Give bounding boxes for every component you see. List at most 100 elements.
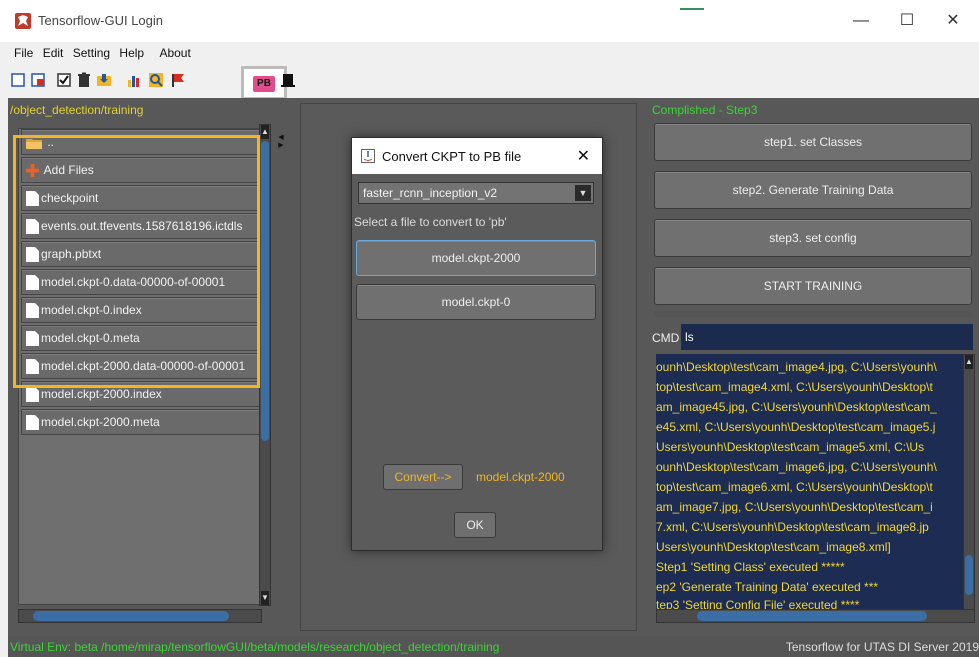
app-logo-icon [15, 13, 31, 29]
cmd-input[interactable]: ls [681, 324, 973, 350]
file-name: model.ckpt-2000.meta [41, 415, 160, 429]
scroll-up-arrow-icon[interactable]: ▲ [261, 125, 269, 139]
panel-splitter[interactable] [654, 311, 972, 317]
dialog-title: Convert CKPT to PB file [382, 149, 522, 164]
scroll-down-arrow-icon[interactable]: ▼ [261, 591, 269, 605]
window-title: Tensorflow-GUI Login [38, 13, 163, 28]
dialog-close-button[interactable]: ✕ [577, 146, 590, 166]
console-hscroll-thumb[interactable] [697, 611, 927, 621]
file-name: model.ckpt-2000.index [41, 387, 162, 401]
chevron-down-icon[interactable]: ▼ [575, 185, 591, 201]
file-item[interactable]: checkpoint [21, 185, 265, 211]
console-line: Step1 'Setting Class' executed ***** [656, 560, 845, 574]
file-list-hscrollbar[interactable] [18, 609, 262, 623]
console-line: ounh\Desktop\test\cam_image4.jpg, C:\Use… [656, 360, 937, 374]
red-file-icon[interactable] [30, 72, 46, 88]
add-files-label: Add Files [43, 163, 94, 177]
file-item[interactable]: model.ckpt-0.data-00000-of-00001 [21, 269, 265, 295]
status-bar: Virtual Env: beta /home/mirap/tensorflow… [8, 636, 979, 657]
file-name: model.ckpt-0.data-00000-of-00001 [41, 275, 226, 289]
pb-icon[interactable]: PB [253, 76, 275, 92]
file-icon [26, 387, 39, 403]
convert-button[interactable]: Convert--> [383, 464, 463, 490]
menu-help[interactable]: Help [119, 42, 144, 64]
hscroll-thumb[interactable] [33, 611, 229, 621]
chart-icon[interactable] [126, 72, 142, 88]
server-label: Tensorflow for UTAS DI Server 2019 [785, 640, 979, 654]
parent-folder-label: .. [47, 135, 55, 149]
file-list-vscrollbar[interactable]: ▲ ▼ [259, 124, 271, 606]
step2-generate-data-button[interactable]: step2. Generate Training Data [654, 171, 972, 209]
close-button[interactable]: ✕ [930, 4, 976, 38]
console-hscrollbar[interactable] [656, 609, 975, 623]
step1-set-classes-button[interactable]: step1. set Classes [654, 123, 972, 161]
file-item[interactable]: events.out.tfevents.1587618196.ictdls [21, 213, 265, 239]
file-item[interactable]: model.ckpt-2000.data-00000-of-00001 [21, 353, 265, 379]
file-name: graph.pbtxt [41, 247, 102, 261]
file-icon [26, 219, 39, 235]
file-icon [26, 359, 39, 375]
console-line: e45.xml, C:\Users\younh\Desktop\test\cam… [656, 420, 936, 434]
file-icon [26, 415, 39, 431]
folder-up-icon [26, 138, 42, 149]
virtual-env-label: Virtual Env: beta /home/mirap/tensorflow… [10, 640, 500, 654]
console-vscrollbar[interactable]: ▲ [963, 354, 975, 610]
file-item[interactable]: model.ckpt-2000.meta [21, 409, 265, 435]
training-panel: Complished - Step3 step1. set Classes st… [650, 98, 979, 636]
checkbox-icon[interactable] [56, 72, 72, 88]
trash-icon[interactable] [76, 72, 92, 88]
menu-about[interactable]: About [159, 42, 190, 64]
console-line: top\test\cam_image4.xml, C:\Users\younh\… [656, 380, 933, 394]
file-name: model.ckpt-2000.data-00000-of-00001 [41, 359, 246, 373]
file-icon [26, 275, 39, 291]
title-accent-line [680, 8, 704, 10]
console-line: Users\younh\Desktop\test\cam_image8.xml] [656, 540, 891, 554]
console-line: ounh\Desktop\test\cam_image6.jpg, C:\Use… [656, 460, 937, 474]
convert-target-label: model.ckpt-2000 [476, 470, 565, 484]
model-select[interactable]: faster_rcnn_inception_v2 ▼ [358, 182, 594, 204]
file-icon [26, 247, 39, 263]
ok-button[interactable]: OK [454, 512, 496, 538]
console-scroll-up-arrow-icon[interactable]: ▲ [965, 355, 973, 369]
cmd-label: CMD [652, 331, 680, 345]
option-model-ckpt-0[interactable]: model.ckpt-0 [356, 284, 596, 320]
flag-icon[interactable] [170, 72, 186, 88]
minimize-button[interactable]: — [838, 4, 884, 38]
file-name: events.out.tfevents.1587618196.ictdls [41, 219, 243, 233]
file-list[interactable]: .. Add Files checkpoint events.out.tfeve… [18, 128, 266, 605]
dialog-title-bar: Convert CKPT to PB file ✕ [352, 138, 602, 174]
model-select-value: faster_rcnn_inception_v2 [363, 186, 498, 200]
console-line: Users\younh\Desktop\test\cam_image5.xml,… [656, 440, 925, 454]
add-plus-icon [26, 164, 39, 178]
console-line: top\test\cam_image6.xml, C:\Users\younh\… [656, 480, 933, 494]
export-icon[interactable] [280, 72, 296, 88]
file-item[interactable]: model.ckpt-0.meta [21, 325, 265, 351]
file-item[interactable]: model.ckpt-2000.index [21, 381, 265, 407]
option-model-ckpt-2000[interactable]: model.ckpt-2000 [356, 240, 596, 276]
console-line: ep2 'Generate Training Data' executed **… [656, 580, 879, 594]
console-line: 7.xml, C:\Users\younh\Desktop\test\cam_i… [656, 520, 929, 534]
menu-edit[interactable]: Edit [43, 42, 64, 64]
new-file-icon[interactable] [10, 72, 26, 88]
split-arrows-icon[interactable]: ◀ ▶ [277, 134, 285, 150]
step-status-label: Complished - Step3 [652, 103, 758, 117]
start-training-button[interactable]: START TRAINING [654, 267, 972, 305]
title-bar: Tensorflow-GUI Login — ☐ ✕ [0, 0, 979, 42]
console-line: am_image45.jpg, C:\Users\younh\Desktop\t… [656, 400, 937, 414]
menu-file[interactable]: File [14, 42, 33, 64]
console-scroll-thumb[interactable] [965, 555, 973, 595]
file-icon [26, 303, 39, 319]
magnifier-icon[interactable] [148, 72, 164, 88]
file-name: checkpoint [41, 191, 99, 205]
step3-set-config-button[interactable]: step3. set config [654, 219, 972, 257]
scroll-thumb[interactable] [261, 141, 269, 441]
file-icon [26, 331, 39, 347]
file-item[interactable]: model.ckpt-0.index [21, 297, 265, 323]
import-icon[interactable] [96, 72, 112, 88]
menu-setting[interactable]: Setting [73, 42, 110, 64]
parent-folder-item[interactable]: .. [21, 129, 265, 155]
file-name: model.ckpt-0.index [41, 303, 142, 317]
add-files-item[interactable]: Add Files [21, 157, 265, 183]
file-item[interactable]: graph.pbtxt [21, 241, 265, 267]
maximize-button[interactable]: ☐ [884, 4, 930, 38]
